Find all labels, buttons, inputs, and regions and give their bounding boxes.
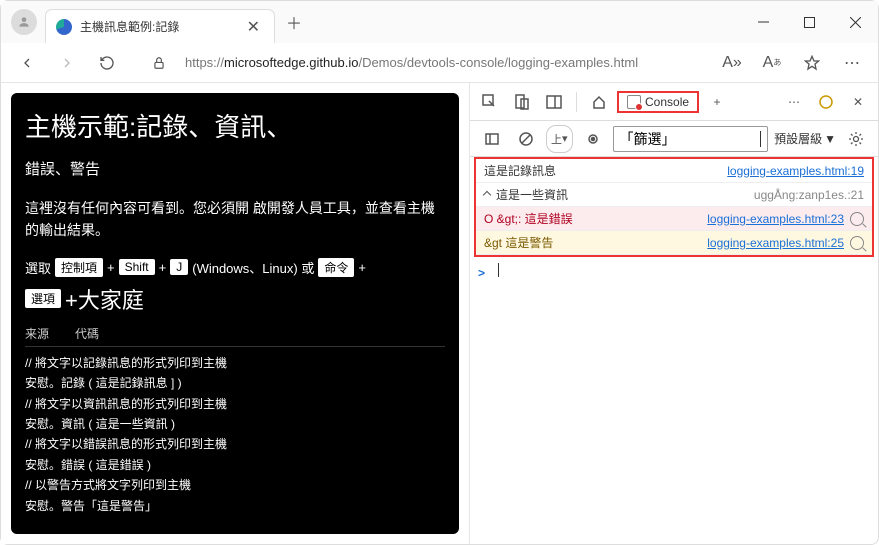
kbd-line-1: 選取 控制項 + Shift + J (Windows、Linux) 或 命令 … [25,258,445,277]
reader-icon[interactable]: A» [718,49,746,77]
console-icon [627,95,641,109]
maximize-button[interactable] [786,1,832,43]
inspect-icon[interactable] [476,88,504,116]
settings-icon[interactable] [842,125,870,153]
device-icon[interactable] [508,88,536,116]
add-tab-button[interactable]: + [703,88,731,116]
menu-icon[interactable]: ⋯ [838,49,866,77]
edge-icon [56,19,72,35]
close-tab-icon[interactable]: ✕ [243,15,264,39]
page-heading: 主機示範:記錄、資訊、 [25,107,445,144]
source-link[interactable]: uggÅng:zanp1es.:21 [754,188,864,202]
browser-tab[interactable]: 主機訊息範例:記錄 ✕ [45,9,275,43]
text-size-icon[interactable]: Aあ [758,49,786,77]
tab-title: 主機訊息範例:記錄 [80,18,243,35]
search-icon[interactable] [850,212,864,226]
source-link[interactable]: logging-examples.html:23 [707,212,844,226]
new-tab-button[interactable]: ＋ [279,7,309,37]
sidebar-toggle-icon[interactable] [478,125,506,153]
code-block: 將文字以記錄訊息的形式列印到主機 安慰。記錄 ( 這是記錄訊息 ] ) 將文字以… [25,353,445,516]
issues-icon[interactable] [812,88,840,116]
devtools-tabbar: Console + ⋯ ✕ [470,83,878,121]
log-row[interactable]: 這是記錄訊息 logging-examples.html:19 [476,159,872,183]
context-selector[interactable]: 上 ▾ [546,125,573,153]
console-toolbar: 上 ▾ 「篩選」 預設層級 ▼ [470,121,878,157]
log-row[interactable]: &gt 這是警告 logging-examples.html:25 [476,231,872,255]
welcome-icon[interactable] [585,88,613,116]
source-link[interactable]: logging-examples.html:19 [727,164,864,178]
devtools-more-icon[interactable]: ⋯ [780,88,808,116]
close-window-button[interactable] [832,1,878,43]
page-subheading: 錯誤、警告 [25,158,445,179]
devtools-panel: Console + ⋯ ✕ 上 ▾ 「篩選」 預設層級 ▼ 這是記錄訊息 log… [469,83,878,544]
address-bar: https://microsoftedge.github.io/Demos/de… [1,43,878,83]
log-level-selector[interactable]: 預設層級 ▼ [774,130,836,147]
close-devtools-icon[interactable]: ✕ [844,88,872,116]
forward-button [53,49,81,77]
kbd-line-2: 選項 +大家庭 [25,283,445,315]
page-content: 主機示範:記錄、資訊、 錯誤、警告 這裡沒有任何內容可看到。您必須開 啟開發人員… [1,83,469,544]
minimize-button[interactable] [740,1,786,43]
url-text[interactable]: https://microsoftedge.github.io/Demos/de… [185,55,706,70]
profile-avatar[interactable] [11,9,37,35]
filter-input[interactable]: 「篩選」 [613,126,769,152]
console-tab[interactable]: Console [617,91,699,113]
console-body: 這是記錄訊息 logging-examples.html:19 這是一些資訊 u… [470,157,878,544]
console-prompt[interactable]: > [470,257,878,286]
site-info-icon[interactable] [145,49,173,77]
clear-console-icon[interactable] [512,125,540,153]
log-row[interactable]: 這是一些資訊 uggÅng:zanp1es.:21 [476,183,872,207]
source-link[interactable]: logging-examples.html:25 [707,236,844,250]
search-icon[interactable] [850,236,864,250]
live-expression-icon[interactable] [579,125,607,153]
page-paragraph: 這裡沒有任何內容可看到。您必須開 啟開發人員工具，並查看主機的輸出結果。 [25,197,445,242]
favorite-icon[interactable] [798,49,826,77]
back-button[interactable] [13,49,41,77]
code-header: 来源代碼 [25,325,445,347]
dock-icon[interactable] [540,88,568,116]
title-bar: 主機訊息範例:記錄 ✕ ＋ [1,1,878,43]
refresh-button[interactable] [93,49,121,77]
log-row[interactable]: O &gt;: 這是錯誤 logging-examples.html:23 [476,207,872,231]
